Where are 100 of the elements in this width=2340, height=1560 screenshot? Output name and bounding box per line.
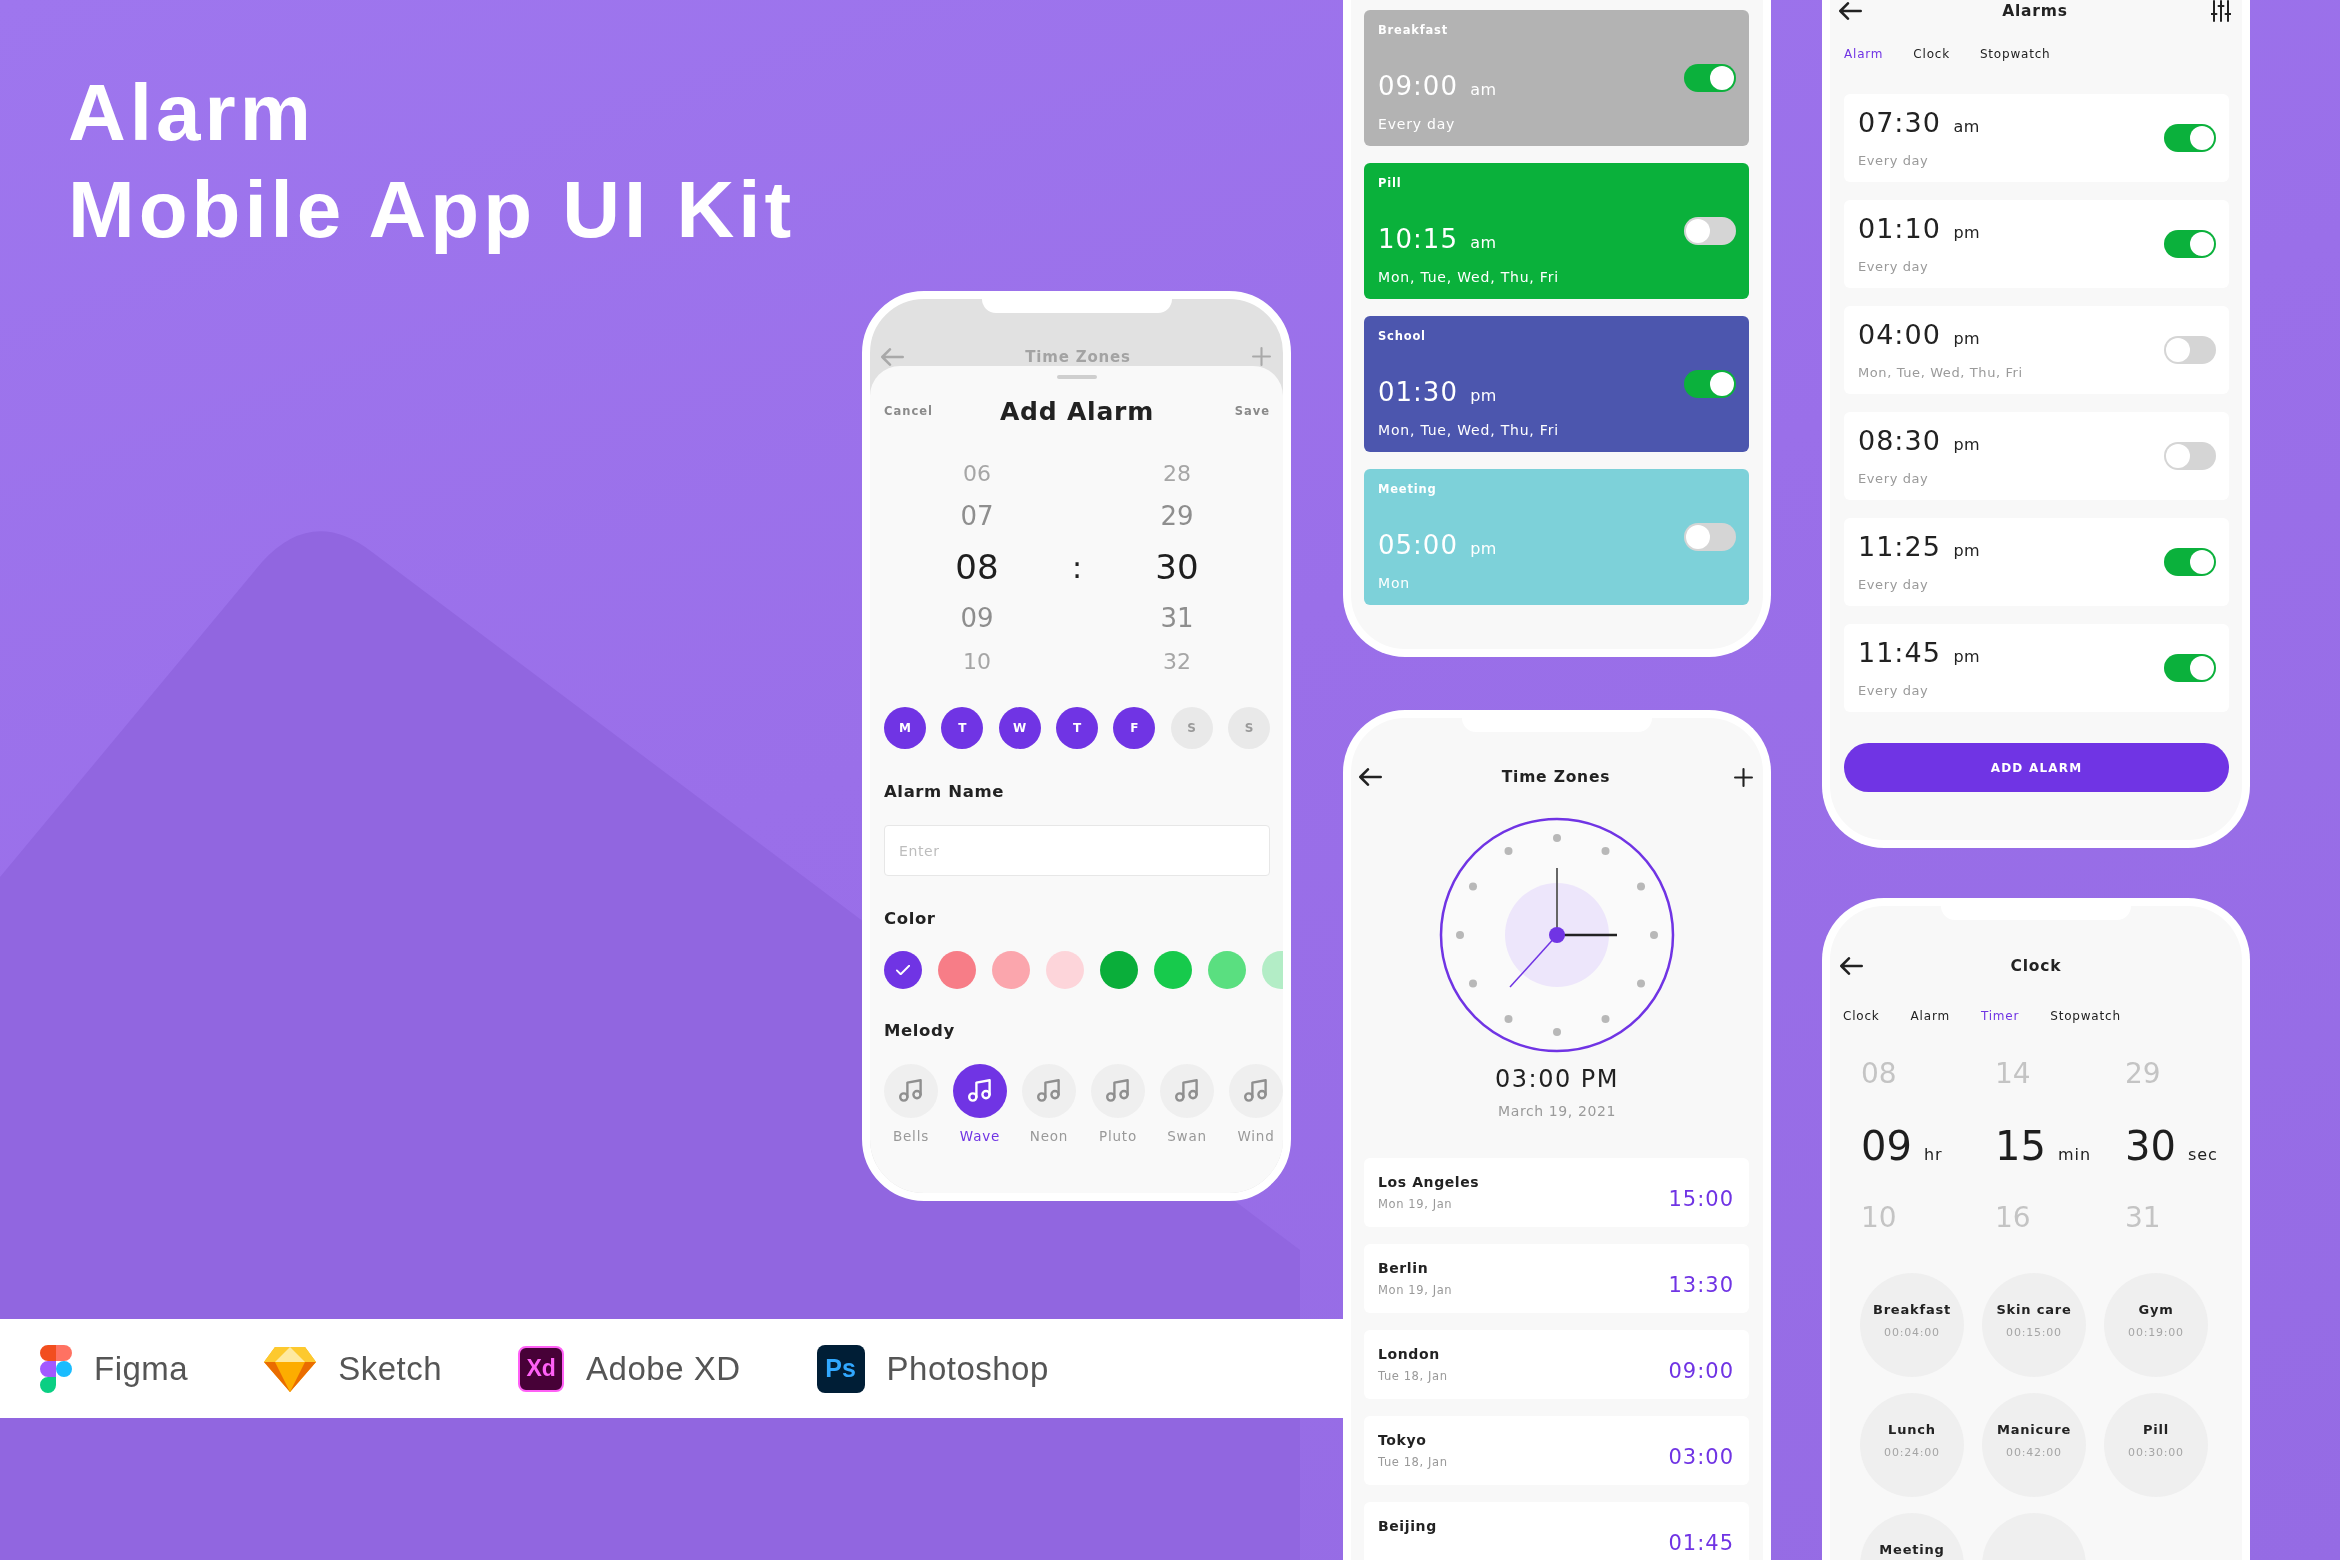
toggle-switch[interactable] <box>2164 442 2216 470</box>
zone-date: Mon 19, Jan <box>1378 1196 1453 1212</box>
color-swatch[interactable] <box>1100 951 1138 989</box>
toggle-switch[interactable] <box>1684 523 1736 551</box>
preset-duration: 00:15:00 <box>2006 1325 2062 1341</box>
repeat-days: Mon, Tue, Wed, Thu, Fri <box>1858 364 2023 382</box>
city-name: Tokyo <box>1378 1431 1427 1450</box>
cancel-button[interactable]: Cancel <box>884 404 933 418</box>
alarm-card[interactable]: 01:10 pm Every day <box>1844 200 2229 288</box>
toggle-switch[interactable] <box>2164 548 2216 576</box>
alarm-time: 01:10 pm <box>1858 212 1981 246</box>
time-zone-card[interactable]: London Tue 18, Jan 09:00 <box>1364 1330 1749 1399</box>
preset-duration: 00:04:00 <box>1884 1325 1940 1341</box>
alarm-time: 08:30 pm <box>1858 424 1981 458</box>
input-field[interactable]: Enter <box>884 825 1270 876</box>
color-swatch[interactable] <box>992 951 1030 989</box>
zone-time: 15:00 <box>1668 1186 1734 1213</box>
repeat-days: Every day <box>1858 576 1929 594</box>
toggle-switch[interactable] <box>1684 217 1736 245</box>
repeat-days: Every day <box>1858 258 1929 276</box>
preset-duration: 00:24:00 <box>1884 1445 1940 1461</box>
preset-name: Breakfast <box>1872 1301 1952 1319</box>
tab[interactable]: Stopwatch <box>1979 45 2051 63</box>
day-button[interactable]: T <box>941 707 984 749</box>
alarm-card[interactable]: 07:30 am Every day <box>1844 94 2229 182</box>
toggle-switch[interactable] <box>2164 230 2216 258</box>
minute-value[interactable]: 30 <box>1155 539 1199 595</box>
toggle-switch[interactable] <box>1684 64 1736 92</box>
sheet-handle[interactable] <box>1057 375 1097 379</box>
alarm-time: 01:30 pm <box>1378 376 1497 409</box>
back-arrow-icon[interactable] <box>1839 2 1862 20</box>
color-swatch[interactable] <box>1208 951 1246 989</box>
time-zone-card[interactable]: Berlin Mon 19, Jan 13:30 <box>1364 1244 1749 1313</box>
time-zone-card[interactable]: Los Angeles Mon 19, Jan 15:00 <box>1364 1158 1749 1227</box>
zone-date: Tue 18, Jan <box>1378 1368 1448 1384</box>
tab[interactable]: Alarm <box>1910 1007 1950 1025</box>
preset-circle[interactable]: Skin care 00:15:00 <box>1982 1273 2086 1377</box>
preset-circle[interactable]: Lunch 00:24:00 <box>1860 1393 1964 1497</box>
melody-button[interactable]: Wave <box>953 1064 1007 1145</box>
unit-label: min <box>2057 1144 2092 1166</box>
back-arrow-icon[interactable] <box>1840 957 1863 975</box>
color-swatch[interactable] <box>938 951 976 989</box>
preset-circle[interactable]: Manicure 00:42:00 <box>1982 1393 2086 1497</box>
back-arrow-icon[interactable] <box>1359 768 1382 786</box>
toggle-switch[interactable] <box>2164 124 2216 152</box>
preset-circle[interactable]: Breakfast 00:04:00 <box>1860 1273 1964 1377</box>
alarm-time: 07:30 am <box>1858 106 1980 140</box>
alarm-card[interactable]: 04:00 pm Mon, Tue, Wed, Thu, Fri <box>1844 306 2229 394</box>
toggle-switch[interactable] <box>1684 370 1736 398</box>
alarm-time: 05:00 pm <box>1378 529 1497 562</box>
zone-time: 03:00 <box>1668 1444 1734 1471</box>
preset-circle[interactable]: Meeting <box>1860 1513 1964 1560</box>
alarm-label: Pill <box>1378 175 1402 191</box>
tab[interactable]: Clock <box>1843 1007 1880 1025</box>
screen-title: Alarms <box>2002 1 2068 21</box>
color-swatch[interactable] <box>1154 951 1192 989</box>
tab[interactable]: Timer <box>1980 1007 2020 1025</box>
preset-circle[interactable]: Gym 00:19:00 <box>2104 1273 2208 1377</box>
current-date: March 19, 2021 <box>1498 1102 1616 1121</box>
screen-title: Clock <box>2010 956 2062 976</box>
toggle-switch[interactable] <box>2164 336 2216 364</box>
day-button[interactable]: W <box>998 707 1041 749</box>
time-zone-card[interactable]: Beijing 01:45 <box>1364 1502 1749 1560</box>
preset-circle[interactable]: Pill 00:30:00 <box>2104 1393 2208 1497</box>
tab[interactable]: Stopwatch <box>2050 1007 2121 1025</box>
tab[interactable]: Alarm <box>1844 45 1884 63</box>
preset-duration: 00:30:00 <box>2128 1445 2184 1461</box>
alarm-card[interactable]: 08:30 pm Every day <box>1844 412 2229 500</box>
day-button[interactable]: F <box>1113 707 1156 749</box>
add-alarm-button[interactable]: ADD ALARM <box>1844 743 2229 792</box>
preset-duration: 00:42:00 <box>2006 1445 2062 1461</box>
timer-value[interactable]: 30 <box>2125 1122 2176 1170</box>
alarm-time: 11:25 pm <box>1858 530 1981 564</box>
xd-logo: Xd <box>518 1345 565 1392</box>
plus-icon[interactable] <box>1734 767 1753 787</box>
zone-time: 09:00 <box>1668 1358 1734 1385</box>
city-name: London <box>1378 1345 1440 1364</box>
color-swatch[interactable] <box>884 951 922 989</box>
sliders-icon[interactable] <box>2211 0 2231 22</box>
preset-name: Pill <box>2142 1421 2170 1439</box>
zone-time: 13:30 <box>1668 1272 1734 1299</box>
toggle-switch[interactable] <box>2164 654 2216 682</box>
color-swatch[interactable] <box>1046 951 1084 989</box>
alarm-card[interactable]: 11:25 pm Every day <box>1844 518 2229 606</box>
zone-date: Mon 19, Jan <box>1378 1282 1453 1298</box>
timer-value[interactable]: 15 <box>1995 1122 2046 1170</box>
day-button[interactable]: T <box>1056 707 1098 749</box>
ps-logo: Ps <box>816 1344 865 1393</box>
time-zone-card[interactable]: Tokyo Tue 18, Jan 03:00 <box>1364 1416 1749 1485</box>
unit-label: sec <box>2187 1144 2218 1166</box>
day-button[interactable]: M <box>884 707 926 749</box>
alarm-card[interactable]: 11:45 pm Every day <box>1844 624 2229 712</box>
section-label: Melody <box>884 1020 955 1042</box>
hour-value[interactable]: 08 <box>955 539 999 595</box>
headline-title: Alarm <box>68 67 316 159</box>
tool-name: Photoshop <box>886 1349 1049 1388</box>
tab[interactable]: Clock <box>1913 45 1950 63</box>
color-swatch[interactable] <box>1262 951 1283 989</box>
save-button[interactable]: Save <box>1234 404 1270 418</box>
timer-value[interactable]: 09 <box>1861 1122 1912 1170</box>
